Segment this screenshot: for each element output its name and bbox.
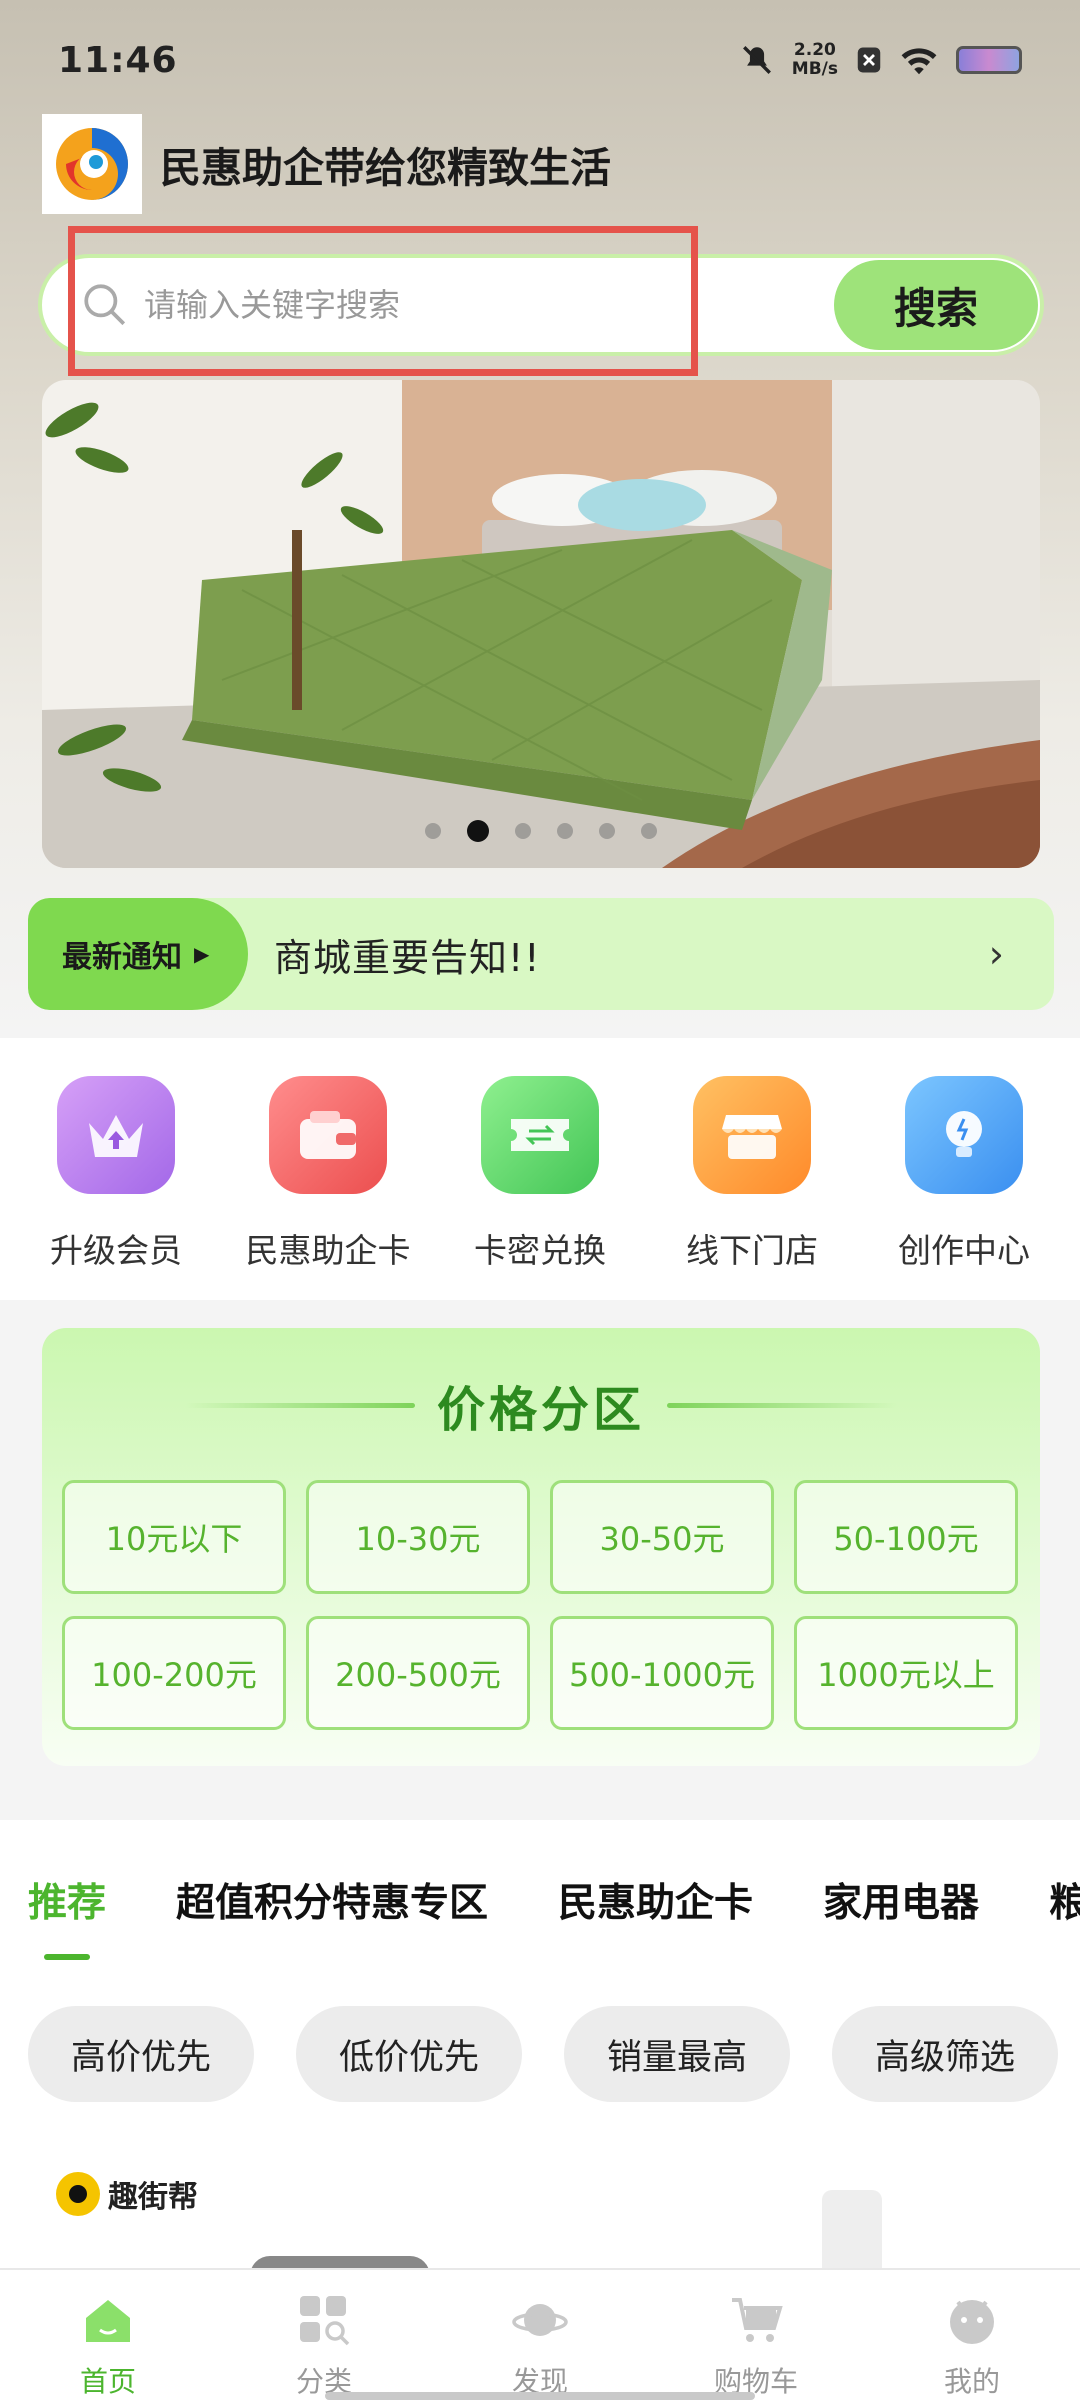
app-logo bbox=[42, 114, 142, 214]
product-brand-logo: 趣街帮 bbox=[56, 2172, 198, 2216]
price-zone-header: 价格分区 bbox=[42, 1370, 1040, 1440]
quick-link-label: 卡密兑换 bbox=[474, 1231, 606, 1270]
brand-swirl-icon bbox=[56, 128, 128, 200]
tab-recommend[interactable]: 推荐 bbox=[28, 1872, 106, 1960]
price-range-button[interactable]: 30-50元 bbox=[550, 1480, 774, 1594]
sort-low-price-button[interactable]: 低价优先 bbox=[296, 2006, 522, 2102]
quick-link-creator[interactable]: 创作中心 bbox=[864, 1076, 1064, 1300]
status-time: 11:46 bbox=[58, 39, 178, 81]
banner-carousel[interactable] bbox=[42, 380, 1040, 868]
planet-discover-icon bbox=[512, 2304, 568, 2336]
play-arrow-icon: ▶ bbox=[194, 942, 210, 966]
nav-label: 首页 bbox=[79, 2365, 136, 2398]
tab-points-deals[interactable]: 超值积分特惠专区 bbox=[176, 1872, 488, 1928]
chevron-right-icon: › bbox=[988, 932, 1004, 976]
wallet-card-icon bbox=[269, 1076, 387, 1194]
banner-bedroom-image bbox=[42, 380, 1040, 868]
ticket-exchange-icon bbox=[481, 1076, 599, 1194]
sort-best-selling-button[interactable]: 销量最高 bbox=[564, 2006, 790, 2102]
notification-x-icon bbox=[857, 47, 881, 73]
price-zone-card: 价格分区 10元以下 10-30元 30-50元 50-100元 100-200… bbox=[42, 1328, 1040, 1766]
category-icon bbox=[300, 2296, 350, 2346]
home-indicator bbox=[325, 2392, 755, 2400]
tab-card[interactable]: 民惠助企卡 bbox=[558, 1872, 753, 1928]
advanced-filter-button[interactable]: 高级筛选 bbox=[832, 2006, 1058, 2102]
profile-face-icon bbox=[950, 2300, 994, 2344]
carousel-dot[interactable] bbox=[557, 823, 573, 839]
notice-tag-label: 最新通知 bbox=[62, 940, 182, 975]
quick-link-label: 线下门店 bbox=[686, 1231, 818, 1270]
mute-bell-icon bbox=[742, 46, 771, 74]
sort-high-price-button[interactable]: 高价优先 bbox=[28, 2006, 254, 2102]
price-range-button[interactable]: 200-500元 bbox=[306, 1616, 530, 1730]
carousel-dot[interactable] bbox=[467, 820, 489, 842]
carousel-dot[interactable] bbox=[425, 823, 441, 839]
nav-label: 我的 bbox=[943, 2365, 1000, 2398]
status-icons: 2.20 MB/s bbox=[740, 41, 1022, 79]
quick-link-redeem[interactable]: 卡密兑换 bbox=[440, 1076, 640, 1300]
notice-tag: 最新通知 ▶ bbox=[28, 898, 248, 1010]
price-range-grid: 10元以下 10-30元 30-50元 50-100元 100-200元 200… bbox=[62, 1480, 1020, 1730]
app-header: 民惠助企带给您精致生活 bbox=[42, 114, 611, 214]
carousel-dot[interactable] bbox=[515, 823, 531, 839]
carousel-dot[interactable] bbox=[599, 823, 615, 839]
home-icon bbox=[86, 2300, 130, 2342]
product-brand-text: 趣街帮 bbox=[108, 2180, 198, 2215]
quick-links: 升级会员 民惠助企卡 卡密兑换 线下门店 创作中心 bbox=[0, 1038, 1080, 1300]
nav-home[interactable]: 首页 bbox=[8, 2292, 208, 2408]
price-range-button[interactable]: 100-200元 bbox=[62, 1616, 286, 1730]
brand-ring-icon bbox=[56, 2172, 100, 2216]
wifi-icon bbox=[901, 48, 937, 75]
price-zone-title: 价格分区 bbox=[436, 1382, 645, 1438]
search-button[interactable]: 搜索 bbox=[834, 260, 1038, 350]
carousel-dot[interactable] bbox=[641, 823, 657, 839]
quick-link-store[interactable]: 线下门店 bbox=[652, 1076, 852, 1300]
quick-link-label: 创作中心 bbox=[898, 1231, 1030, 1270]
search-input[interactable] bbox=[144, 265, 834, 345]
net-speed-value: 2.20 bbox=[793, 40, 836, 60]
quick-link-upgrade-member[interactable]: 升级会员 bbox=[16, 1076, 216, 1300]
quick-link-label: 民惠助企卡 bbox=[245, 1231, 411, 1270]
price-range-button[interactable]: 10-30元 bbox=[306, 1480, 530, 1594]
net-speed-unit: MB/s bbox=[791, 59, 838, 79]
lightbulb-icon bbox=[905, 1076, 1023, 1194]
app-title: 民惠助企带给您精致生活 bbox=[160, 144, 611, 192]
category-tabs: 推荐 超值积分特惠专区 民惠助企卡 家用电器 粮 bbox=[0, 1820, 1080, 1970]
quick-link-card[interactable]: 民惠助企卡 bbox=[228, 1076, 428, 1300]
battery-icon bbox=[956, 46, 1022, 74]
price-range-button[interactable]: 50-100元 bbox=[794, 1480, 1018, 1594]
sort-options: 高价优先 低价优先 销量最高 高级筛选 bbox=[0, 1970, 1080, 2110]
tab-home-appliances[interactable]: 家用电器 bbox=[823, 1872, 979, 1928]
crown-upgrade-icon bbox=[57, 1076, 175, 1194]
nav-profile[interactable]: 我的 bbox=[872, 2292, 1072, 2408]
product-list: 趣街帮 bbox=[0, 2110, 1080, 2276]
search-icon bbox=[84, 284, 126, 326]
search-bar: 搜索 bbox=[38, 254, 1044, 356]
net-speed: 2.20 MB/s bbox=[792, 41, 838, 79]
product-image[interactable] bbox=[822, 2190, 882, 2270]
title-decoration-line bbox=[667, 1402, 897, 1408]
quick-link-label: 升级会员 bbox=[50, 1231, 182, 1270]
bottom-nav: 首页 分类 发现 购物车 我的 bbox=[0, 2268, 1080, 2408]
status-bar: 11:46 2.20 MB/s bbox=[0, 0, 1080, 120]
title-decoration-line bbox=[184, 1402, 415, 1408]
carousel-dots bbox=[42, 820, 1040, 842]
store-icon bbox=[693, 1076, 811, 1194]
notice-text: 商城重要告知!! bbox=[274, 935, 541, 980]
cart-icon bbox=[732, 2298, 783, 2342]
notice-bar[interactable]: 最新通知 ▶ 商城重要告知!! › bbox=[28, 898, 1054, 1010]
price-range-button[interactable]: 1000元以上 bbox=[794, 1616, 1018, 1730]
nav-cart[interactable]: 购物车 bbox=[656, 2292, 856, 2408]
nav-discover[interactable]: 发现 bbox=[440, 2292, 640, 2408]
price-range-button[interactable]: 10元以下 bbox=[62, 1480, 286, 1594]
nav-category[interactable]: 分类 bbox=[224, 2292, 424, 2408]
price-range-button[interactable]: 500-1000元 bbox=[550, 1616, 774, 1730]
tab-grain[interactable]: 粮 bbox=[1049, 1872, 1080, 1928]
